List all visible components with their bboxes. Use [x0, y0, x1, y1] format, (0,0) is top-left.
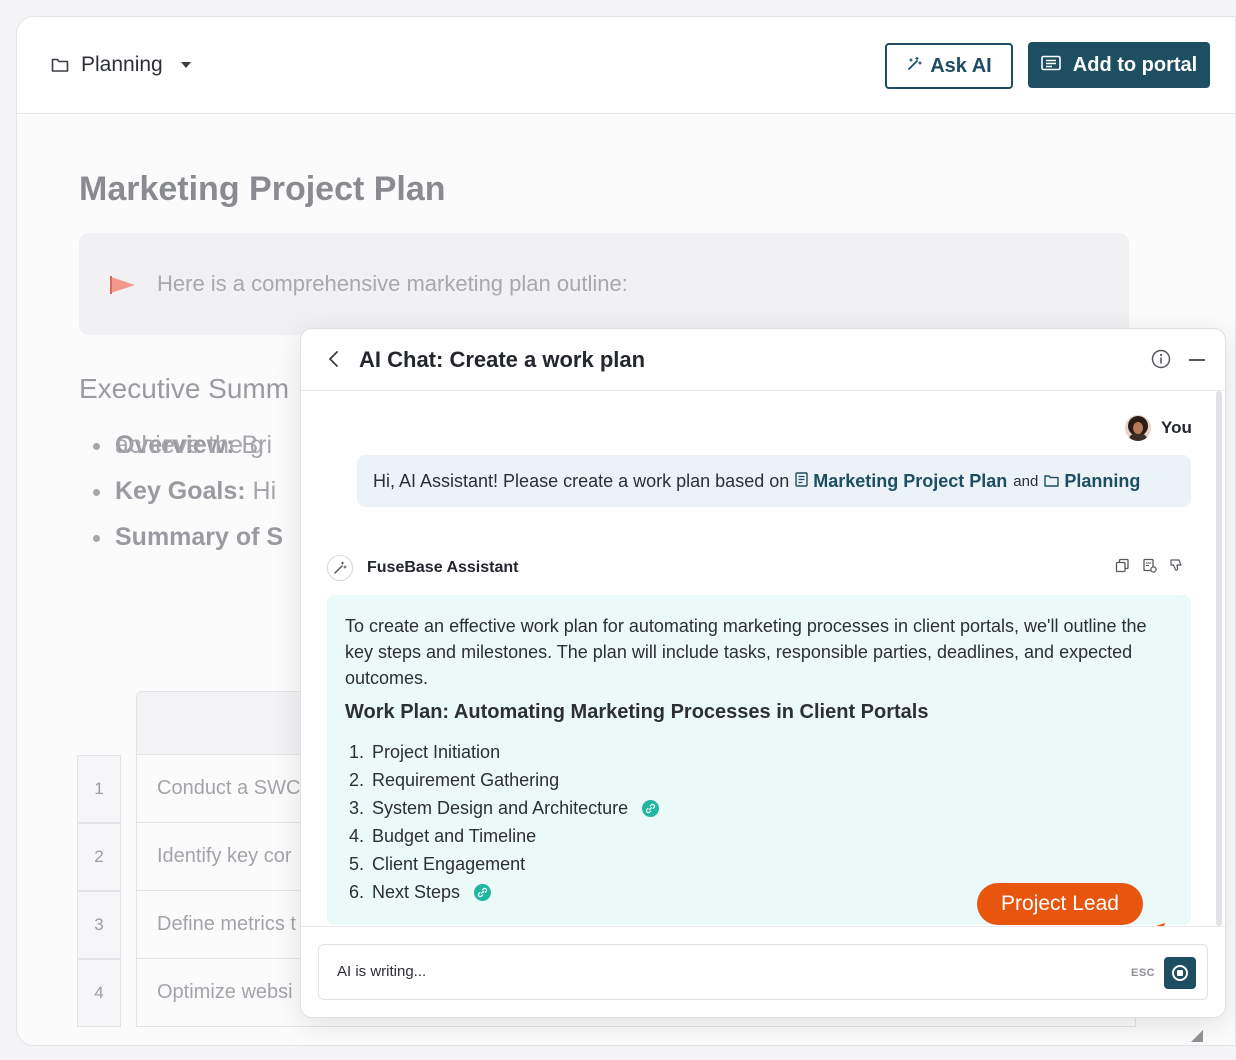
resize-handle-icon[interactable] — [1190, 1029, 1204, 1048]
ask-ai-label: Ask AI — [930, 54, 992, 77]
avatar — [1125, 415, 1151, 441]
esc-hint: ESC — [1131, 967, 1156, 979]
list-item: Key Goals: Hi — [92, 477, 283, 505]
assistant-name: FuseBase Assistant — [367, 559, 519, 576]
list-item: 3. System Design and Architecture — [349, 794, 1173, 822]
callout-block: Here is a comprehensive marketing plan o… — [79, 233, 1129, 335]
copy-icon[interactable] — [1115, 558, 1130, 578]
assistant-wand-icon — [327, 555, 353, 581]
folder-reference-link[interactable]: Planning — [1044, 471, 1140, 492]
chat-scrollbar[interactable] — [1216, 391, 1222, 926]
thumbs-down-icon[interactable] — [1169, 558, 1184, 578]
callout-text: Here is a comprehensive marketing plan o… — [157, 271, 628, 296]
insert-to-page-icon[interactable] — [1142, 558, 1157, 578]
bullet-continuation: achieve the g — [115, 431, 264, 459]
list-item: 1. Project Initiation — [349, 742, 501, 762]
doc-reference-link[interactable]: Marketing Project Plan — [795, 471, 1007, 492]
list-item: 5. Client Engagement — [349, 854, 526, 874]
user-message: Hi, AI Assistant! Please create a work p… — [357, 455, 1191, 507]
link-icon[interactable] — [474, 883, 492, 901]
assistant-intro: To create an effective work plan for aut… — [345, 616, 1147, 688]
composer-status: AI is writing... — [337, 963, 427, 980]
info-icon[interactable] — [1151, 349, 1171, 374]
user-name: You — [1161, 418, 1192, 437]
section-heading: Executive Summ — [79, 373, 290, 404]
user-message-header: You — [1125, 415, 1192, 441]
chevron-down-icon[interactable] — [180, 62, 191, 68]
folder-breadcrumb[interactable]: Planning — [51, 53, 191, 77]
work-plan-list: 1. Project Initiation 2. Requirement Gathe… — [349, 738, 1173, 906]
magic-wand-icon — [906, 55, 922, 78]
stop-icon — [1172, 965, 1188, 981]
document-icon — [795, 471, 808, 492]
list-item: Summary of S — [92, 523, 284, 551]
portal-icon — [1040, 54, 1061, 77]
row-number[interactable]: 2 — [77, 823, 121, 891]
assistant-message-actions — [1115, 558, 1184, 578]
row-number[interactable]: 4 — [77, 959, 121, 1027]
work-plan-heading: Work Plan: Automating Marketing Processe… — [345, 701, 929, 723]
assistant-message: To create an effective work plan for aut… — [327, 595, 1191, 925]
flag-icon — [109, 275, 137, 300]
link-icon[interactable] — [642, 799, 660, 817]
top-bar: Planning Ask AI Add to portal — [17, 17, 1235, 114]
folder-label: Planning — [81, 53, 163, 76]
row-number[interactable]: 1 — [77, 755, 121, 823]
page-title: Marketing Project Plan — [79, 170, 446, 208]
add-to-portal-label: Add to portal — [1072, 53, 1198, 76]
ask-ai-button[interactable]: Ask AI — [885, 43, 1013, 89]
stop-generation-button[interactable] — [1164, 957, 1196, 989]
minimize-icon[interactable] — [1189, 359, 1205, 361]
folder-icon — [1044, 471, 1060, 492]
list-item: 4. Budget and Timeline — [349, 826, 537, 846]
row-number[interactable]: 3 — [77, 891, 121, 959]
chat-input[interactable]: AI is writing... ESC — [318, 944, 1208, 1000]
chevron-left-icon[interactable] — [327, 349, 339, 374]
project-lead-tag: Project Lead — [977, 883, 1143, 925]
ai-chat-panel: AI Chat: Create a work plan You Hi, AI A… — [300, 328, 1226, 1018]
assistant-message-header: FuseBase Assistant — [327, 555, 518, 581]
chat-title: AI Chat: Create a work plan — [359, 347, 646, 372]
composer-area: AI is writing... ESC — [301, 926, 1225, 1017]
list-item: 2. Requirement Gathering — [349, 770, 560, 790]
add-to-portal-button[interactable]: Add to portal — [1028, 42, 1210, 88]
chat-header: AI Chat: Create a work plan — [301, 329, 1225, 391]
folder-icon — [51, 57, 69, 73]
